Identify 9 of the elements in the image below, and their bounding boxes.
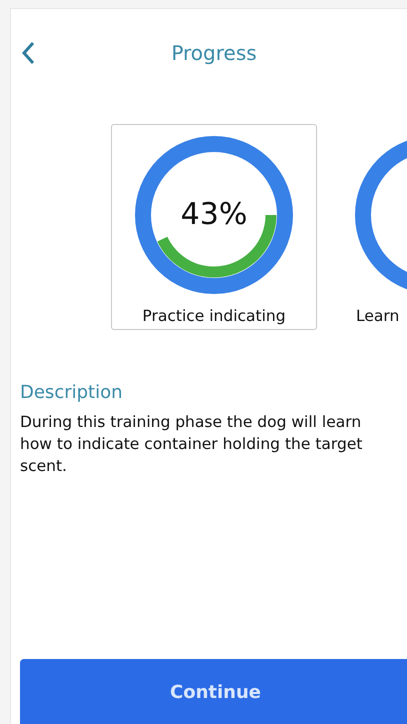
description-text: During this training phase the dog will learn how to indicate container holding the target scent. [20,412,364,477]
phase-card[interactable]: 43% Practice indicating [111,124,317,330]
phase-label: Practice indicating [142,307,286,325]
back-button[interactable] [19,40,37,66]
page-title: Progress [170,41,258,65]
phase-label: Learn [356,307,400,325]
continue-button[interactable]: Continue [20,659,407,724]
description-heading: Description [20,382,124,403]
percent-text: 43% [180,197,248,232]
